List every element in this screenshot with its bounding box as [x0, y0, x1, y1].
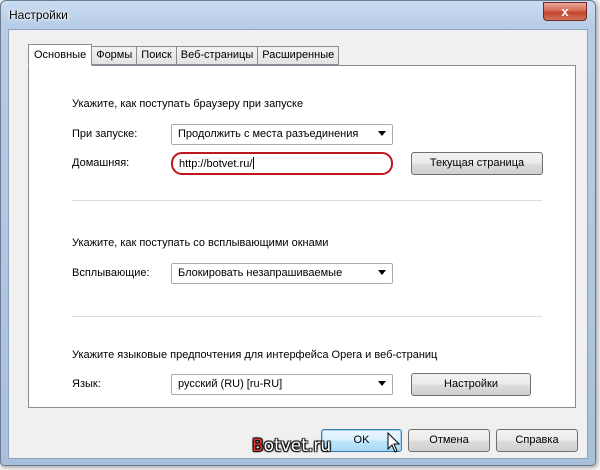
- text-caret: [253, 157, 255, 169]
- tab-forms[interactable]: Формы: [92, 46, 138, 65]
- watermark-logo: Botvet.ru: [252, 436, 332, 456]
- tab-strip: Основные Формы Поиск Веб-страницы Расшир…: [28, 44, 340, 66]
- language-select[interactable]: русский (RU) [ru-RU]: [171, 374, 393, 395]
- home-page-value: http://botvet.ru/: [179, 158, 253, 170]
- settings-dialog: Настройки x Основные Формы Поиск Веб-стр…: [0, 0, 596, 466]
- mouse-pointer-icon: [387, 432, 401, 453]
- home-label: Домашняя:: [72, 157, 130, 169]
- language-label: Язык:: [72, 378, 101, 390]
- cancel-button[interactable]: Отмена: [408, 429, 490, 452]
- popups-value: Блокировать незапрашиваемые: [178, 267, 343, 279]
- on-start-select[interactable]: Продолжить с места разъединения: [171, 124, 393, 145]
- home-page-input[interactable]: http://botvet.ru/: [171, 152, 393, 175]
- language-settings-button[interactable]: Настройки: [411, 373, 531, 396]
- title-bar[interactable]: Настройки x: [1, 1, 595, 29]
- tab-search[interactable]: Поиск: [137, 46, 177, 65]
- chevron-down-icon: [378, 270, 386, 275]
- tab-general[interactable]: Основные: [28, 44, 93, 66]
- help-button[interactable]: Справка: [496, 429, 578, 452]
- chevron-down-icon: [378, 131, 386, 136]
- popups-label: Всплывающие:: [72, 267, 150, 279]
- language-heading: Укажите языковые предпочтения для интерф…: [72, 349, 438, 361]
- chevron-down-icon: [378, 381, 386, 386]
- close-icon: x: [561, 4, 569, 19]
- startup-heading: Укажите, как поступать браузеру при запу…: [72, 98, 304, 110]
- tab-webpages[interactable]: Веб-страницы: [176, 46, 259, 65]
- close-button[interactable]: x: [543, 2, 587, 21]
- popups-heading: Укажите, как поступать со всплывающими о…: [72, 237, 329, 249]
- on-start-label: При запуске:: [72, 128, 138, 140]
- tab-advanced[interactable]: Расширенные: [258, 46, 340, 65]
- general-tab-panel: Укажите, как поступать браузеру при запу…: [28, 65, 576, 408]
- dialog-title: Настройки: [9, 8, 68, 22]
- dialog-client: Основные Формы Поиск Веб-страницы Расшир…: [8, 29, 588, 459]
- language-value: русский (RU) [ru-RU]: [178, 378, 283, 390]
- popups-select[interactable]: Блокировать незапрашиваемые: [171, 263, 393, 284]
- current-page-button[interactable]: Текущая страница: [411, 152, 543, 175]
- on-start-value: Продолжить с места разъединения: [178, 128, 359, 140]
- separator: [72, 200, 542, 201]
- separator: [72, 316, 542, 317]
